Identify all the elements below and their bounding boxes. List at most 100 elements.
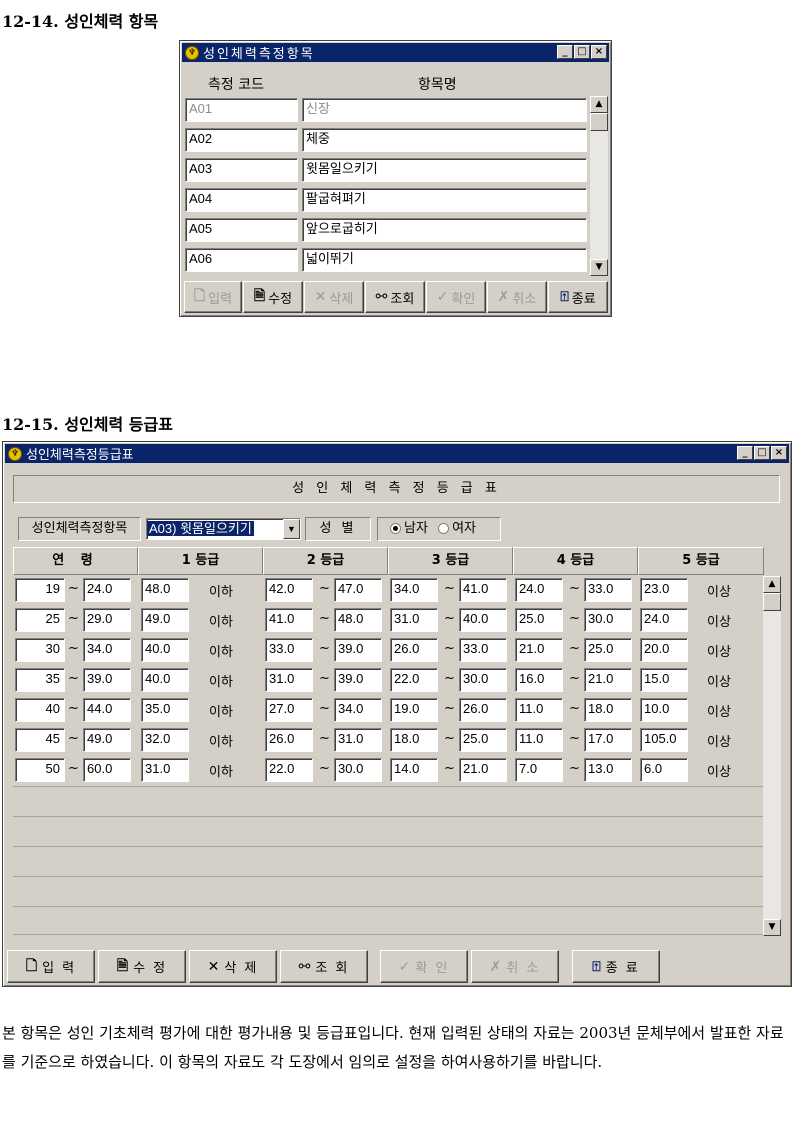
- item-name-field[interactable]: 넓이뛰기: [302, 248, 587, 272]
- grade3-from-field[interactable]: 26.0: [390, 638, 438, 662]
- grade2-from-field[interactable]: 42.0: [265, 578, 313, 602]
- grade5-field[interactable]: 24.0: [640, 608, 688, 632]
- grade2-to-field[interactable]: 47.0: [334, 578, 382, 602]
- age-from-field[interactable]: 30: [15, 638, 65, 662]
- grade2-from-field[interactable]: 27.0: [265, 698, 313, 722]
- grade5-field[interactable]: 105.0: [640, 728, 688, 752]
- scroll-down-icon[interactable]: ▼: [763, 919, 781, 936]
- gender-male-radio[interactable]: 남자: [390, 521, 428, 536]
- grade4-from-field[interactable]: 16.0: [515, 668, 563, 692]
- scroll-down-icon[interactable]: ▼: [590, 259, 608, 276]
- grade3-to-field[interactable]: 26.0: [459, 698, 507, 722]
- grade2-to-field[interactable]: 39.0: [334, 638, 382, 662]
- scroll-up-icon[interactable]: ▲: [590, 96, 608, 113]
- confirm-button[interactable]: ✓ 확인: [426, 281, 486, 313]
- grade3-to-field[interactable]: 25.0: [459, 728, 507, 752]
- age-from-field[interactable]: 19: [15, 578, 65, 602]
- grade4-to-field[interactable]: 21.0: [584, 668, 632, 692]
- grade4-from-field[interactable]: 7.0: [515, 758, 563, 782]
- scroll-up-icon[interactable]: ▲: [763, 576, 781, 593]
- scroll-thumb[interactable]: [763, 593, 781, 611]
- age-from-field[interactable]: 40: [15, 698, 65, 722]
- item-name-field[interactable]: 팔굽혀펴기: [302, 188, 587, 212]
- confirm-button[interactable]: ✓ 확 인: [380, 950, 468, 983]
- item-name-field[interactable]: 체중: [302, 128, 587, 152]
- item-name-field[interactable]: 신장: [302, 98, 587, 122]
- item-name-field[interactable]: 앞으로굽히기: [302, 218, 587, 242]
- edit-button[interactable]: 🗎 수 정: [98, 950, 186, 983]
- grade4-to-field[interactable]: 13.0: [584, 758, 632, 782]
- grade3-from-field[interactable]: 19.0: [390, 698, 438, 722]
- minimize-icon[interactable]: _: [737, 446, 753, 460]
- grade4-to-field[interactable]: 18.0: [584, 698, 632, 722]
- grade1-field[interactable]: 40.0: [141, 668, 189, 692]
- grade3-to-field[interactable]: 40.0: [459, 608, 507, 632]
- item-code-field[interactable]: A01: [185, 98, 298, 122]
- item-code-field[interactable]: A03: [185, 158, 298, 182]
- item-code-field[interactable]: A02: [185, 128, 298, 152]
- close-icon[interactable]: ×: [771, 446, 787, 460]
- grade4-from-field[interactable]: 11.0: [515, 698, 563, 722]
- grade2-to-field[interactable]: 34.0: [334, 698, 382, 722]
- delete-button[interactable]: ✕ 삭제: [304, 281, 364, 313]
- grade3-from-field[interactable]: 22.0: [390, 668, 438, 692]
- age-from-field[interactable]: 45: [15, 728, 65, 752]
- grade2-from-field[interactable]: 31.0: [265, 668, 313, 692]
- grade4-from-field[interactable]: 21.0: [515, 638, 563, 662]
- grade2-to-field[interactable]: 39.0: [334, 668, 382, 692]
- item-name-field[interactable]: 윗몸일으키기: [302, 158, 587, 182]
- grade3-from-field[interactable]: 31.0: [390, 608, 438, 632]
- items-scrollbar[interactable]: ▲ ▼: [590, 96, 608, 276]
- search-button[interactable]: ⚯ 조회: [365, 281, 425, 313]
- item-code-field[interactable]: A05: [185, 218, 298, 242]
- grade3-to-field[interactable]: 21.0: [459, 758, 507, 782]
- age-from-field[interactable]: 25: [15, 608, 65, 632]
- grade1-field[interactable]: 49.0: [141, 608, 189, 632]
- grade1-field[interactable]: 35.0: [141, 698, 189, 722]
- grade4-to-field[interactable]: 25.0: [584, 638, 632, 662]
- gender-female-radio[interactable]: 여자: [438, 521, 476, 536]
- grade2-from-field[interactable]: 22.0: [265, 758, 313, 782]
- maximize-icon[interactable]: □: [754, 446, 770, 460]
- exit-button[interactable]: ⍐ 종 료: [572, 950, 660, 983]
- grade4-to-field[interactable]: 30.0: [584, 608, 632, 632]
- grade1-field[interactable]: 32.0: [141, 728, 189, 752]
- grade3-to-field[interactable]: 30.0: [459, 668, 507, 692]
- grade4-from-field[interactable]: 25.0: [515, 608, 563, 632]
- dropdown-arrow-icon[interactable]: ▼: [283, 519, 300, 539]
- item-code-field[interactable]: A04: [185, 188, 298, 212]
- delete-button[interactable]: ✕ 삭 제: [189, 950, 277, 983]
- search-button[interactable]: ⚯ 조 회: [280, 950, 368, 983]
- grade5-field[interactable]: 23.0: [640, 578, 688, 602]
- grade3-from-field[interactable]: 14.0: [390, 758, 438, 782]
- age-to-field[interactable]: 29.0: [83, 608, 131, 632]
- exit-button[interactable]: ⍐ 종료: [548, 281, 608, 313]
- grade2-from-field[interactable]: 26.0: [265, 728, 313, 752]
- age-to-field[interactable]: 49.0: [83, 728, 131, 752]
- grade4-to-field[interactable]: 33.0: [584, 578, 632, 602]
- grade2-to-field[interactable]: 31.0: [334, 728, 382, 752]
- age-to-field[interactable]: 60.0: [83, 758, 131, 782]
- grade5-field[interactable]: 15.0: [640, 668, 688, 692]
- window-titlebar[interactable]: ♆ 성인체력측정항목 _ □ ×: [182, 43, 609, 62]
- grade5-field[interactable]: 6.0: [640, 758, 688, 782]
- close-icon[interactable]: ×: [591, 45, 607, 59]
- item-code-field[interactable]: A06: [185, 248, 298, 272]
- grade5-field[interactable]: 20.0: [640, 638, 688, 662]
- grade3-from-field[interactable]: 34.0: [390, 578, 438, 602]
- grade3-to-field[interactable]: 41.0: [459, 578, 507, 602]
- cancel-button[interactable]: ✗ 취 소: [471, 950, 559, 983]
- age-to-field[interactable]: 44.0: [83, 698, 131, 722]
- window-titlebar[interactable]: ♆ 성인체력측정등급표 _ □ ×: [5, 444, 789, 463]
- age-to-field[interactable]: 34.0: [83, 638, 131, 662]
- input-button[interactable]: 🗋 입력: [184, 281, 242, 313]
- item-select[interactable]: A03) 윗몸일으키기 ▼: [146, 518, 301, 540]
- grade2-to-field[interactable]: 30.0: [334, 758, 382, 782]
- age-to-field[interactable]: 39.0: [83, 668, 131, 692]
- maximize-icon[interactable]: □: [574, 45, 590, 59]
- grade3-from-field[interactable]: 18.0: [390, 728, 438, 752]
- grade2-from-field[interactable]: 41.0: [265, 608, 313, 632]
- grade1-field[interactable]: 48.0: [141, 578, 189, 602]
- grade5-field[interactable]: 10.0: [640, 698, 688, 722]
- grade1-field[interactable]: 31.0: [141, 758, 189, 782]
